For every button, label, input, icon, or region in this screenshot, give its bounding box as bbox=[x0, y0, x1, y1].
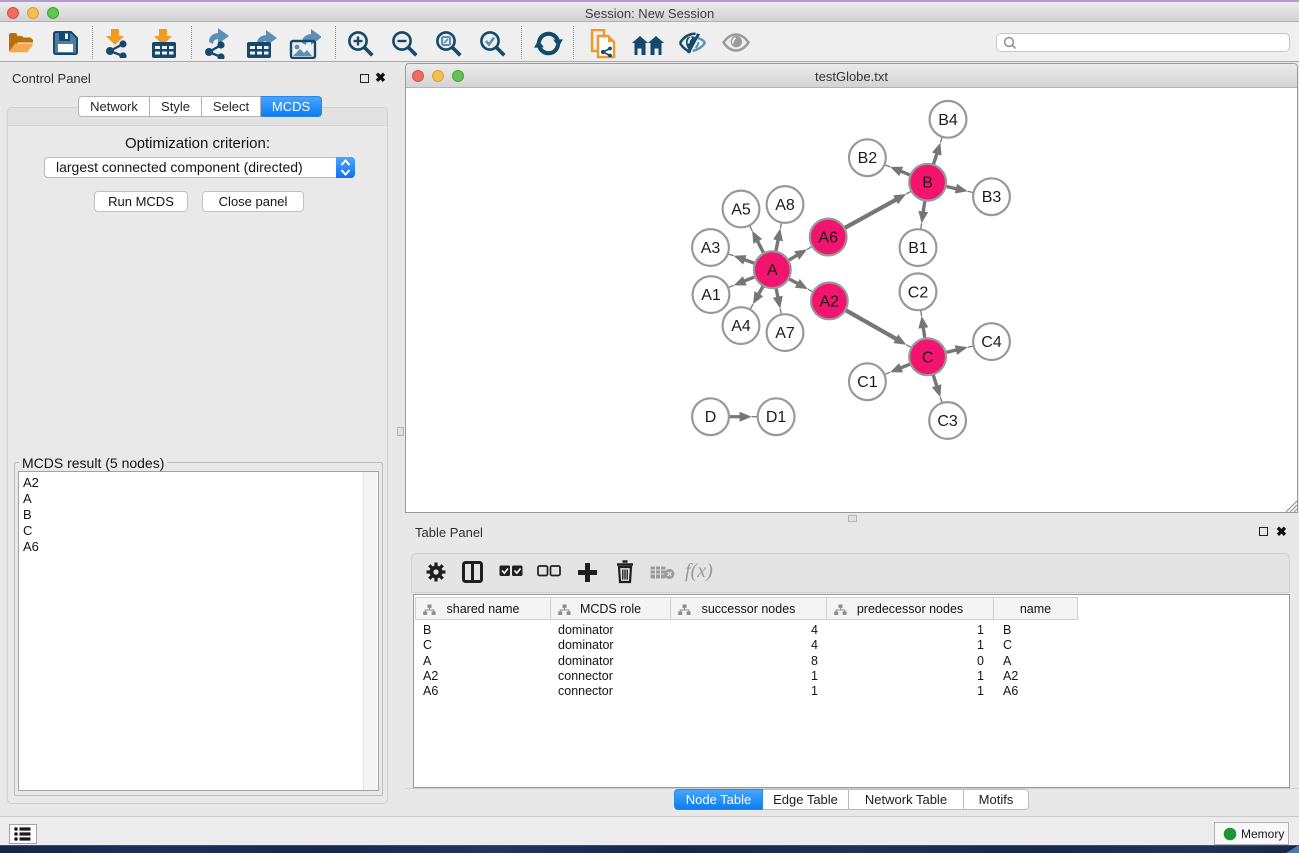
svg-text:A6: A6 bbox=[818, 230, 838, 247]
svg-text:A3: A3 bbox=[701, 240, 721, 257]
svg-text:C3: C3 bbox=[937, 413, 958, 430]
svg-text:A5: A5 bbox=[731, 202, 751, 219]
svg-text:A1: A1 bbox=[701, 287, 721, 304]
svg-text:A8: A8 bbox=[775, 197, 795, 214]
svg-text:C: C bbox=[922, 349, 934, 366]
svg-text:D: D bbox=[705, 409, 717, 426]
svg-text:A: A bbox=[767, 262, 778, 279]
svg-text:B3: B3 bbox=[982, 189, 1002, 206]
svg-text:A7: A7 bbox=[775, 325, 795, 342]
svg-text:C4: C4 bbox=[981, 334, 1002, 351]
svg-text:B: B bbox=[922, 175, 933, 192]
svg-text:B1: B1 bbox=[908, 240, 928, 257]
svg-text:C1: C1 bbox=[857, 374, 878, 391]
svg-text:C2: C2 bbox=[908, 284, 929, 301]
svg-text:B2: B2 bbox=[858, 150, 878, 167]
svg-text:A4: A4 bbox=[731, 318, 751, 335]
svg-text:A2: A2 bbox=[820, 293, 840, 310]
svg-text:B4: B4 bbox=[938, 112, 958, 129]
svg-text:D1: D1 bbox=[766, 409, 787, 426]
